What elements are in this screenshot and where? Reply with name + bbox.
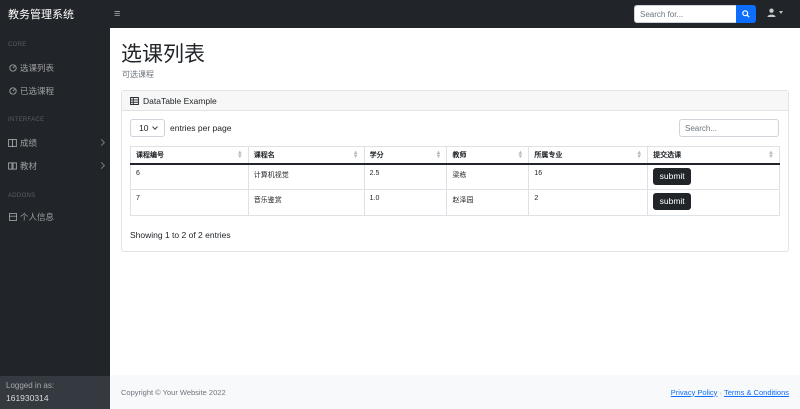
entries-label: entries per page: [170, 123, 232, 133]
entries-per-page-select[interactable]: 10: [130, 119, 165, 137]
footer-separator: ·: [719, 387, 723, 397]
navbar-search: [634, 5, 756, 23]
cell-teacher: 赵泽园: [446, 189, 530, 216]
submit-button[interactable]: submit: [653, 193, 692, 210]
sidebar-footer: Logged in as: 161930314: [0, 376, 110, 409]
sidebar-item-label: 教材: [20, 161, 38, 171]
user-icon: [767, 8, 776, 17]
sidebar-toggle-button[interactable]: ≡: [114, 8, 120, 20]
datatable-card: DataTable Example 10 entries per page 课程…: [121, 90, 789, 252]
sort-icon: ▲ ▼: [352, 150, 359, 160]
entries-length-control: 10 entries per page: [130, 119, 231, 137]
entries-value: 10: [139, 123, 149, 133]
copyright-text: Copyright © Your Website 2022: [121, 387, 226, 397]
sort-icon: ▲ ▼: [768, 150, 774, 160]
chevron-down-icon: [779, 11, 783, 14]
page-title: 选课列表: [121, 43, 205, 66]
column-header-submit[interactable]: 提交选课 ▲ ▼: [647, 146, 780, 165]
sidebar-item-course-list[interactable]: 选课列表: [8, 60, 104, 76]
sidebar-item-label: 成绩: [20, 138, 38, 148]
cell-course-id: 6: [130, 163, 249, 190]
cell-teacher: 梁栋: [446, 163, 530, 190]
cell-course-name: 计算机视觉: [247, 163, 365, 190]
navbar-search-button[interactable]: [736, 5, 756, 23]
breadcrumb: 可选课程: [122, 70, 154, 79]
sidebar-item-grades[interactable]: 成绩: [8, 135, 106, 151]
user-dropdown[interactable]: [767, 8, 783, 17]
cell-major: 2: [528, 189, 649, 216]
course-table: 课程编号 ▲ ▼ 课程名 ▲ ▼ 学分 ▲ ▼ 教师 ▲ ▼ 所属专业 ▲ ▼ 提交选课 ▲ ▼ 6 计…: [130, 146, 780, 216]
column-header-teacher[interactable]: 教师 ▲ ▼: [446, 146, 530, 165]
chevron-right-icon: [97, 138, 106, 147]
column-header-course-name[interactable]: 课程名 ▲ ▼: [247, 146, 365, 165]
sort-icon: ▲ ▼: [236, 150, 243, 160]
gauge-icon: [8, 64, 17, 73]
sidebar-item-textbooks[interactable]: 教材: [8, 158, 106, 174]
terms-link[interactable]: Terms & Conditions: [724, 388, 789, 397]
sort-icon: ▲ ▼: [636, 150, 643, 160]
table-icon: [130, 96, 139, 105]
sort-icon: ▲ ▼: [517, 150, 524, 160]
table-search-input[interactable]: [679, 119, 779, 137]
sidebar-item-label: 选课列表: [20, 63, 55, 73]
privacy-policy-link[interactable]: Privacy Policy: [671, 388, 718, 397]
gauge-icon: [8, 87, 17, 96]
sidebar-item-label: 已选课程: [20, 86, 55, 96]
sidebar-heading-core: CORE: [8, 42, 27, 48]
cell-credit: 2.5: [363, 163, 448, 190]
cell-major: 16: [528, 163, 649, 190]
table-row: 7 音乐鉴赏 1.0 赵泽园 2 submit: [130, 189, 780, 216]
submit-button[interactable]: submit: [653, 167, 692, 185]
logged-in-label: Logged in as:: [6, 381, 55, 390]
table-icon: [8, 213, 17, 222]
column-header-course-id[interactable]: 课程编号 ▲ ▼: [130, 146, 249, 165]
footer-links: Privacy Policy · Terms & Conditions: [671, 388, 789, 397]
card-header: DataTable Example: [122, 91, 788, 111]
table-info: Showing 1 to 2 of 2 entries: [130, 230, 231, 240]
sidebar-item-selected-courses[interactable]: 已选课程: [8, 83, 104, 99]
chevron-down-icon: [152, 124, 158, 130]
sidebar-heading-addons: ADDONS: [8, 193, 36, 199]
bars-icon: ≡: [114, 8, 121, 20]
cell-action: submit: [647, 189, 780, 216]
sidebar-heading-interface: INTERFACE: [8, 117, 45, 123]
sidebar-item-label: 个人信息: [20, 212, 55, 222]
column-header-credit[interactable]: 学分 ▲ ▼: [363, 146, 448, 165]
navbar-search-input[interactable]: [634, 5, 736, 23]
page-footer: Copyright © Your Website 2022 Privacy Po…: [110, 375, 800, 409]
search-icon: [742, 10, 750, 18]
logged-in-user: 161930314: [6, 393, 49, 403]
book-icon: [8, 162, 17, 171]
sort-icon: ▲ ▼: [435, 150, 442, 160]
cell-course-name: 音乐鉴赏: [247, 189, 365, 216]
chevron-right-icon: [97, 161, 106, 170]
main-content: 选课列表 可选课程 DataTable Example 10 entries p…: [110, 28, 800, 409]
column-header-major[interactable]: 所属专业 ▲ ▼: [528, 146, 649, 165]
table-row: 6 计算机视觉 2.5 梁栋 16 submit: [130, 163, 780, 190]
top-navbar: 教务管理系统 ≡: [0, 0, 800, 28]
columns-icon: [8, 139, 17, 148]
brand-title[interactable]: 教务管理系统: [0, 6, 110, 22]
cell-credit: 1.0: [363, 189, 448, 216]
cell-action: submit: [647, 163, 780, 190]
cell-course-id: 7: [130, 189, 249, 216]
sidebar-item-profile[interactable]: 个人信息: [8, 209, 104, 225]
table-header-row: 课程编号 ▲ ▼ 课程名 ▲ ▼ 学分 ▲ ▼ 教师 ▲ ▼ 所属专业 ▲ ▼ 提交选课 ▲ ▼: [130, 146, 780, 165]
sidebar: CORE 选课列表 已选课程 INTERFACE 成绩 教材 ADDONS 个人…: [0, 28, 110, 409]
card-title: DataTable Example: [143, 95, 217, 106]
